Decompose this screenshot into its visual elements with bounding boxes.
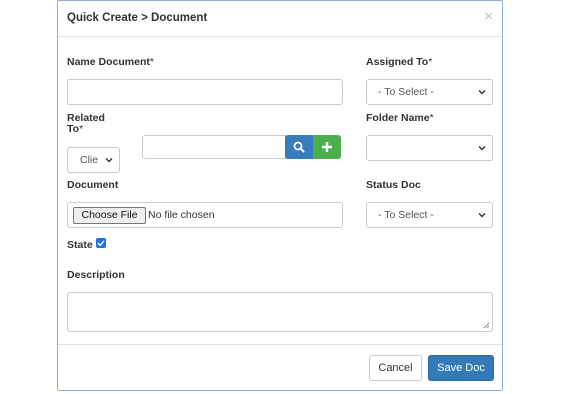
modal-footer-divider bbox=[58, 344, 502, 345]
assigned-to-label: Assigned To bbox=[366, 56, 432, 68]
folder-name-select[interactable] bbox=[366, 135, 493, 161]
status-doc-selected-value: - To Select - bbox=[378, 209, 434, 221]
checkmark-icon bbox=[97, 240, 105, 247]
related-to-type-select[interactable]: Clie bbox=[67, 147, 120, 173]
state-label: State bbox=[67, 239, 93, 251]
related-to-search-button[interactable] bbox=[285, 135, 313, 159]
modal-title: Quick Create > Document bbox=[67, 12, 208, 24]
save-doc-button[interactable]: Save Doc bbox=[428, 355, 494, 381]
assigned-to-select[interactable]: - To Select - bbox=[366, 79, 493, 105]
chevron-down-icon bbox=[478, 213, 486, 218]
status-doc-label: Status Doc bbox=[366, 179, 421, 191]
description-textarea[interactable] bbox=[67, 292, 493, 332]
chevron-down-icon bbox=[478, 146, 486, 151]
cancel-button[interactable]: Cancel bbox=[369, 355, 422, 381]
modal-header: Quick Create > Document × bbox=[58, 1, 502, 37]
related-to-add-button[interactable] bbox=[313, 135, 341, 159]
related-to-label-line2: To bbox=[67, 123, 83, 135]
choose-file-button[interactable]: Choose File bbox=[73, 207, 146, 224]
folder-name-label: Folder Name bbox=[366, 112, 434, 124]
state-checkbox[interactable] bbox=[96, 238, 106, 248]
close-icon[interactable]: × bbox=[484, 9, 493, 24]
plus-icon bbox=[322, 142, 332, 152]
chevron-down-icon bbox=[105, 158, 113, 163]
related-to-search-input[interactable] bbox=[142, 135, 286, 159]
name-document-input[interactable] bbox=[67, 79, 343, 105]
status-doc-select[interactable]: - To Select - bbox=[366, 202, 493, 228]
assigned-to-selected-value: - To Select - bbox=[378, 86, 434, 98]
related-to-selected-value: Clie bbox=[80, 154, 99, 166]
name-document-label: Name Document bbox=[67, 56, 154, 68]
document-label: Document bbox=[67, 179, 119, 191]
file-status-text: No file chosen bbox=[148, 209, 215, 221]
quick-create-modal: Quick Create > Document × Name Document … bbox=[57, 0, 503, 391]
description-label: Description bbox=[67, 269, 125, 281]
resize-handle-icon[interactable] bbox=[483, 322, 490, 329]
chevron-down-icon bbox=[478, 90, 486, 95]
search-icon bbox=[293, 141, 305, 153]
